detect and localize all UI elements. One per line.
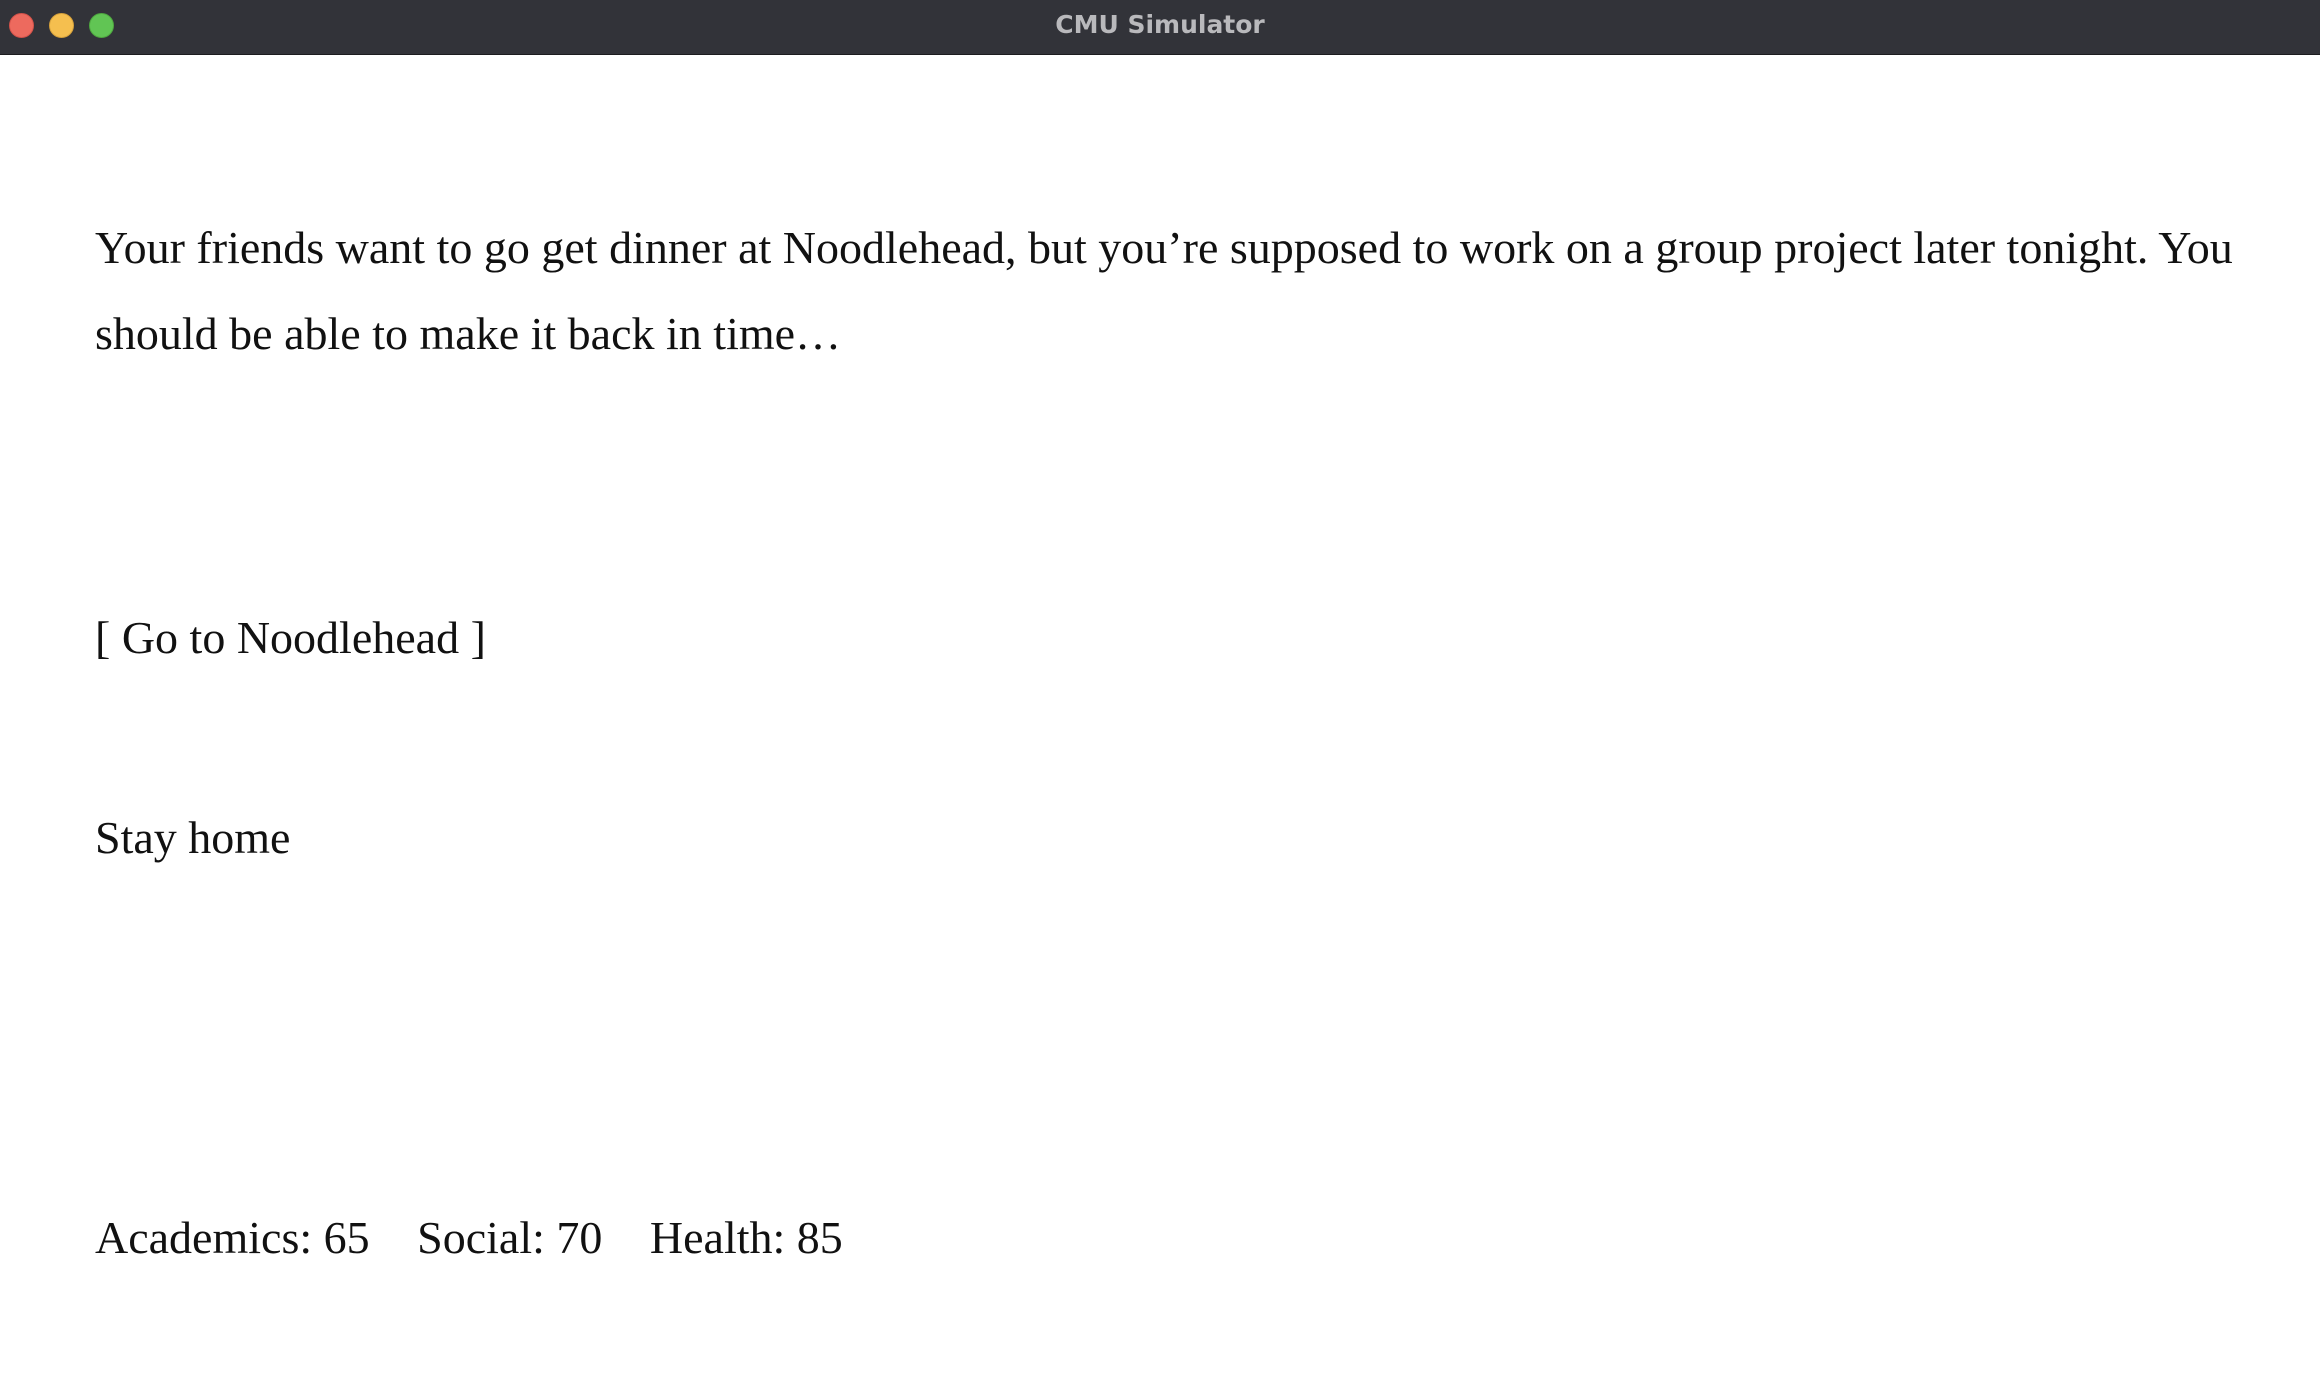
app-window: CMU Simulator Your friends want to go ge… [0,0,2320,1388]
stats-bar: Academics: 65 Social: 70 Health: 85 [95,1208,879,1268]
stat-academics: Academics: 65 [95,1212,370,1263]
title-bar[interactable]: CMU Simulator [0,0,2320,55]
stat-health: Health: 85 [649,1212,843,1263]
story-text: Your friends want to go get dinner at No… [95,222,2233,359]
choice-go-to-noodlehead[interactable]: [ Go to Noodlehead ] [95,608,486,668]
choice-stay-home[interactable]: Stay home [95,808,290,868]
window-title: CMU Simulator [1055,10,1265,39]
stat-social: Social: 70 [417,1212,603,1263]
